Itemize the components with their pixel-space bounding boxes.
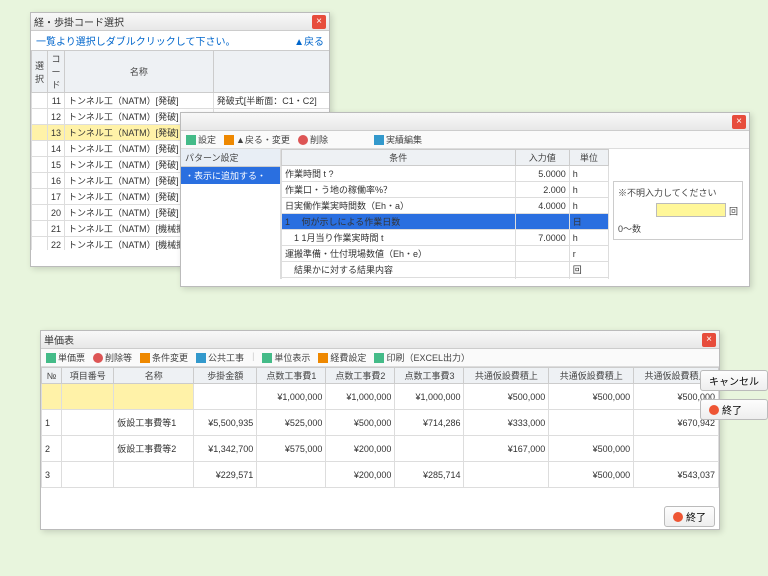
table-row[interactable]: 11トンネル工（NATM）[発破]発破式[半断面：C1・C2] — [32, 93, 330, 109]
titlebar: 単価表 × — [41, 331, 719, 349]
table-row[interactable]: 1 1回当り現場実時間 t1.0000h — [282, 278, 609, 280]
col-header: 名称 — [114, 368, 194, 384]
tab-delete[interactable]: 削除 — [298, 133, 328, 146]
delete-icon — [298, 135, 308, 145]
table-row[interactable]: 3¥229,571¥200,000¥285,714¥500,000¥543,03… — [42, 462, 719, 488]
delete-icon — [93, 353, 103, 363]
table-icon — [374, 135, 384, 145]
window-title: 経・歩掛コード選択 — [34, 14, 124, 29]
stop-icon — [673, 512, 683, 522]
col-header: 歩掛金額 — [194, 368, 257, 384]
cond-icon — [140, 353, 150, 363]
unit-label: 回 — [729, 207, 738, 217]
tab-results[interactable]: 実績編集 — [374, 133, 422, 146]
tool-public[interactable]: 公共工事 — [196, 351, 244, 364]
table-row[interactable]: ¥1,000,000¥1,000,000¥1,000,000¥500,000¥5… — [42, 384, 719, 410]
table-row[interactable]: 作業口・う地の稼働率%？2.000h — [282, 182, 609, 198]
fee-icon — [318, 353, 328, 363]
table-row[interactable]: 結果かに対する結果内容回 — [282, 262, 609, 278]
table-row[interactable]: 2仮設工事費等2¥1,342,700¥575,000¥200,000¥167,0… — [42, 436, 719, 462]
public-icon — [196, 353, 206, 363]
condition-window: × 設定 ▲戻る・変更 削除 実績編集 パターン設定 ・表示に追加する・ 条件入… — [180, 112, 750, 287]
col-header: 選択 — [32, 51, 48, 93]
close-icon[interactable]: × — [702, 333, 716, 347]
tool-unit[interactable]: 単位表示 — [262, 351, 310, 364]
value-input[interactable] — [656, 203, 726, 217]
col-header: 項目番号 — [62, 368, 114, 384]
table-row[interactable]: 1 1月当り作業実時間 t7.0000h — [282, 230, 609, 246]
table-row[interactable]: 作業時間 t ?5.0000h — [282, 166, 609, 182]
tool-print[interactable]: 印刷（EXCEL出力） — [374, 351, 470, 364]
pattern-item[interactable]: ・表示に追加する・ — [181, 167, 280, 184]
titlebar: × — [181, 113, 749, 131]
col-header: 条件 — [282, 150, 516, 166]
condition-table: 条件入力値単位 作業時間 t ?5.0000h作業口・う地の稼働率%？2.000… — [281, 149, 609, 279]
table-row[interactable]: 運搬準備・仕付現場数値（Eh・e）r — [282, 246, 609, 262]
col-header: 入力値 — [515, 150, 569, 166]
close-icon[interactable]: × — [732, 115, 746, 129]
table-row[interactable]: 1仮設工事費等1¥5,500,935¥525,000¥500,000¥714,2… — [42, 410, 719, 436]
print-icon — [374, 353, 384, 363]
pattern-pane: パターン設定 ・表示に追加する・ — [181, 149, 281, 279]
doc-icon — [46, 353, 56, 363]
instruction-link[interactable]: 一覧より選択しダブルクリックして下さい。 — [31, 31, 241, 50]
col-header: コード — [48, 51, 65, 93]
col-header — [213, 51, 329, 93]
edit-icon — [224, 135, 234, 145]
col-header: 共通仮設費積上 — [549, 368, 634, 384]
col-header: № — [42, 368, 62, 384]
tool-cond[interactable]: 条件変更 — [140, 351, 188, 364]
col-header: 点数工事費1 — [257, 368, 326, 384]
done-button[interactable]: 終了 — [700, 399, 768, 420]
col-header: 点数工事費2 — [326, 368, 395, 384]
tool-delete[interactable]: 削除等 — [93, 351, 132, 364]
cancel-button[interactable]: キャンセル — [700, 370, 768, 391]
input-label: ※不明入力してください — [618, 186, 738, 199]
input-panel: ※不明入力してください 回 0〜数 — [613, 181, 743, 240]
col-header: 点数工事費3 — [395, 368, 464, 384]
back-link[interactable]: ▲戻る — [289, 31, 329, 50]
unit-price-window: 単価表 × 単価票 削除等 条件変更 公共工事 | 単位表示 経費設定 印刷（E… — [40, 330, 720, 530]
close-icon[interactable]: × — [312, 15, 326, 29]
stop-icon — [709, 405, 719, 415]
col-header: 共通仮設費積上 — [464, 368, 549, 384]
footer-done-button[interactable]: 終了 — [664, 506, 715, 527]
toolbar: 単価票 削除等 条件変更 公共工事 | 単位表示 経費設定 印刷（EXCEL出力… — [41, 349, 719, 367]
titlebar: 経・歩掛コード選択 × — [31, 13, 329, 31]
tool-ticket[interactable]: 単価票 — [46, 351, 85, 364]
unit-icon — [262, 353, 272, 363]
tab-setting[interactable]: 設定 — [186, 133, 216, 146]
tab-edit[interactable]: ▲戻る・変更 — [224, 133, 290, 146]
pattern-header: パターン設定 — [181, 149, 280, 167]
range-label: 0〜数 — [618, 222, 641, 235]
col-header: 単位 — [569, 150, 608, 166]
table-row[interactable]: 1 何が示しによる作業日数日 — [282, 214, 609, 230]
window-title: 単価表 — [44, 332, 74, 347]
table-row[interactable]: 日実働作業実時間数（Eh・a）4.0000h — [282, 198, 609, 214]
col-header: 名称 — [65, 51, 214, 93]
toolbar: 設定 ▲戻る・変更 削除 実績編集 — [181, 131, 749, 149]
gear-icon — [186, 135, 196, 145]
tool-fee[interactable]: 経費設定 — [318, 351, 366, 364]
price-table: №項目番号名称歩掛金額点数工事費1点数工事費2点数工事費3共通仮設費積上共通仮設… — [41, 367, 719, 488]
